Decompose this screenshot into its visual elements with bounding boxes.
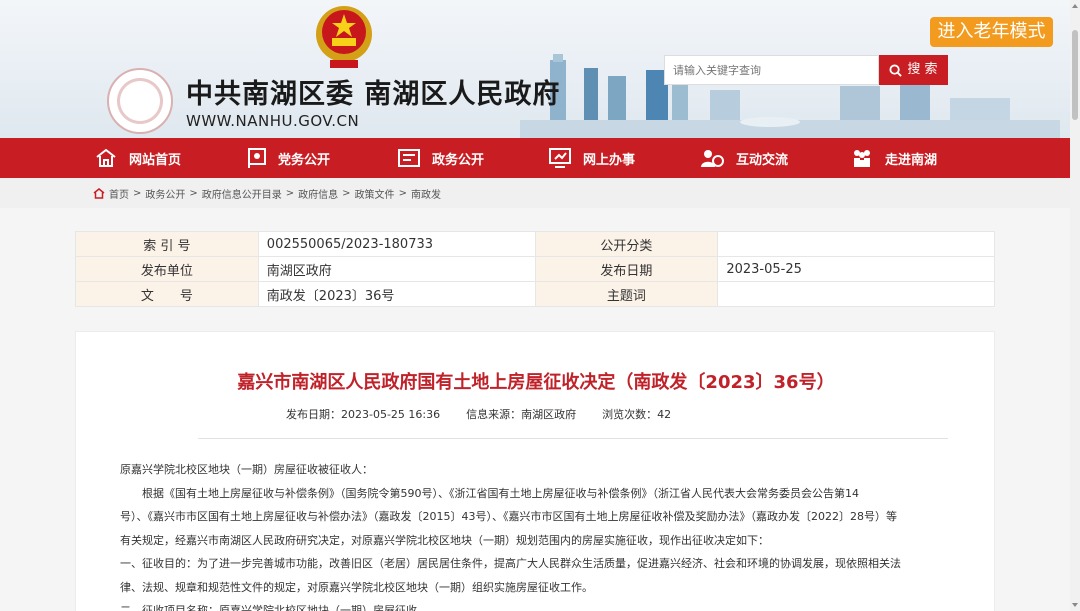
date-value: 2023-05-25 bbox=[717, 256, 995, 282]
paragraph: 原嘉兴学院北校区地块（一期）房屋征收被征收人： bbox=[120, 463, 373, 476]
page-scrollbar[interactable] bbox=[1070, 0, 1080, 611]
paragraph: 一、征收目的：为了进一步完善城市功能，改善旧区（老居）居民居住条件，提高广大人民… bbox=[120, 557, 901, 570]
elder-mode-button[interactable]: 进入老年模式 bbox=[930, 17, 1053, 47]
paragraph: 根据《国有土地上房屋征收与补偿条例》（国务院令第590号）、《浙江省国有土地上房… bbox=[120, 486, 859, 500]
view-count: 浏览次数：42 bbox=[602, 408, 672, 421]
nav-item-party[interactable]: 党务公开 bbox=[248, 138, 330, 178]
scroll-up-icon[interactable] bbox=[1072, 4, 1078, 8]
home-icon bbox=[96, 148, 116, 167]
nav-item-gov[interactable]: 政务公开 bbox=[398, 138, 484, 178]
main-nav: 网站首页 党务公开 政务公开 网上办事 互动交流 走进南湖 bbox=[0, 138, 1070, 178]
docno-label: 文 号 bbox=[75, 281, 259, 307]
date-label: 发布日期 bbox=[534, 256, 719, 282]
article-title: 嘉兴市南湖区人民政府国有土地上房屋征收决定（南政发〔2023〕36号） bbox=[237, 372, 835, 393]
issuer-label: 发布单位 bbox=[75, 256, 259, 282]
category-value bbox=[717, 231, 995, 257]
paragraph: 律、法规、规章和规范性文件的规定，对原嘉兴学院北校区地块（一期）组织实施房屋征收… bbox=[120, 580, 593, 594]
nav-item-interact[interactable]: 互动交流 bbox=[700, 138, 788, 178]
document-meta-table: 索 引 号 002550065/2023-180733 公开分类 发布单位 南湖… bbox=[75, 231, 995, 307]
search-box bbox=[664, 55, 879, 85]
breadcrumb-item[interactable]: 政府信息 bbox=[298, 186, 338, 201]
search-button[interactable]: 搜 索 bbox=[879, 55, 948, 85]
info-source: 信息来源：南湖区政府 bbox=[466, 408, 577, 421]
breadcrumb-item[interactable]: 政府信息公开目录 bbox=[202, 186, 282, 201]
index-label: 索 引 号 bbox=[75, 231, 259, 257]
interaction-icon bbox=[701, 150, 724, 167]
breadcrumb-item[interactable]: 政务公开 bbox=[145, 186, 185, 201]
paragraph: 号）、《嘉兴市市区国有土地上房屋征收与补偿办法》（嘉政发〔2015〕43号）、《… bbox=[120, 510, 897, 523]
breadcrumb-item[interactable]: 政策文件 bbox=[355, 186, 395, 201]
home-icon bbox=[93, 188, 105, 199]
table-row: 文 号 南政发〔2023〕36号 主题词 bbox=[75, 281, 995, 307]
topic-value bbox=[717, 281, 995, 307]
nav-item-nanhu[interactable]: 走进南湖 bbox=[851, 138, 937, 178]
breadcrumb: 首页 > 政务公开 > 政府信息公开目录 > 政府信息 > 政策文件 > 南政发 bbox=[93, 186, 441, 201]
publish-date: 发布日期：2023-05-25 16:36 bbox=[286, 408, 441, 421]
breadcrumb-bar: 首页 > 政务公开 > 政府信息公开目录 > 政府信息 > 政策文件 > 南政发 bbox=[0, 178, 1070, 208]
nav-item-online[interactable]: 网上办事 bbox=[549, 138, 635, 178]
topic-label: 主题词 bbox=[534, 281, 719, 307]
breadcrumb-item-current[interactable]: 南政发 bbox=[411, 186, 441, 201]
scroll-thumb[interactable] bbox=[1072, 30, 1078, 120]
nav-item-home[interactable]: 网站首页 bbox=[95, 138, 181, 178]
search-icon bbox=[889, 63, 903, 77]
docno-value: 南政发〔2023〕36号 bbox=[257, 281, 536, 307]
search-button-label: 搜 索 bbox=[907, 62, 938, 77]
document-icon bbox=[398, 149, 420, 167]
index-value: 002550065/2023-180733 bbox=[257, 231, 536, 257]
party-flag-icon bbox=[248, 148, 266, 168]
paragraph: 有关规定，经嘉兴市南湖区人民政府研究决定，对原嘉兴学院北校区地块（一期）规划范围… bbox=[120, 533, 769, 547]
scroll-down-icon[interactable] bbox=[1072, 603, 1078, 607]
site-header: 中共南湖区委 南湖区人民政府 WWW.NANHU.GOV.CN 进入老年模式 搜… bbox=[0, 0, 1070, 138]
article-meta: 发布日期：2023-05-25 16:36 信息来源：南湖区政府 浏览次数：42 bbox=[286, 406, 671, 422]
search-input[interactable] bbox=[665, 56, 878, 84]
table-row: 索 引 号 002550065/2023-180733 公开分类 bbox=[75, 231, 995, 257]
site-url: WWW.NANHU.GOV.CN bbox=[186, 112, 360, 130]
district-logo bbox=[107, 68, 173, 134]
people-icon bbox=[854, 150, 870, 167]
online-service-icon bbox=[549, 148, 571, 168]
divider bbox=[198, 438, 948, 439]
national-emblem-icon bbox=[316, 6, 372, 68]
table-row: 发布单位 南湖区政府 发布日期 2023-05-25 bbox=[75, 256, 995, 282]
paragraph: 二、征收项目名称：原嘉兴学院北校区地块（一期）房屋征收 bbox=[120, 604, 417, 611]
article-body: 原嘉兴学院北校区地块（一期）房屋征收被征收人： 根据《国有土地上房屋征收与补偿条… bbox=[120, 458, 950, 611]
site-title: 中共南湖区委 南湖区人民政府 bbox=[186, 79, 561, 110]
category-label: 公开分类 bbox=[534, 231, 719, 257]
article-panel: 嘉兴市南湖区人民政府国有土地上房屋征收决定（南政发〔2023〕36号） 发布日期… bbox=[75, 331, 995, 611]
issuer-value: 南湖区政府 bbox=[257, 256, 536, 282]
breadcrumb-item-home[interactable]: 首页 bbox=[109, 186, 129, 201]
